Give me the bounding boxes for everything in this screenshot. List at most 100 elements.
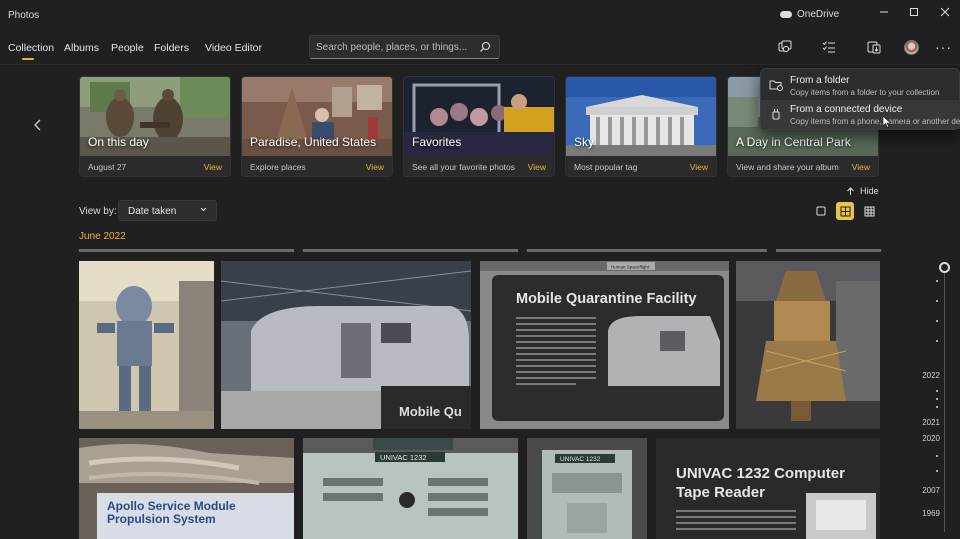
card-view-link[interactable]: View	[366, 162, 384, 172]
grid-2x2-icon	[840, 206, 850, 216]
hide-label: Hide	[860, 186, 879, 196]
photo-airstream-trailer[interactable]: Mobile Qu	[221, 261, 471, 429]
month-heading: June 2022	[79, 231, 126, 242]
photo-apollo-service-module[interactable]: Apollo Service Module Propulsion System	[79, 438, 294, 539]
sign-title-text: UNIVAC 1232 Computer	[676, 465, 845, 482]
avatar[interactable]	[904, 40, 919, 55]
photo-univac-tape-reader-sign[interactable]: UNIVAC 1232 Computer Tape Reader	[656, 438, 880, 539]
sign-title-text: Apollo Service Module	[107, 499, 236, 513]
app-title: Photos	[8, 10, 40, 21]
onedrive-label: OneDrive	[797, 9, 840, 20]
chevron-left-icon	[34, 119, 41, 131]
slideshow-button[interactable]	[777, 39, 793, 55]
card-sky[interactable]: Sky Most popular tag View	[565, 76, 717, 177]
layout-medium-grid-button[interactable]	[836, 202, 854, 220]
main-nav: Collection Albums People Folders Video E…	[0, 36, 300, 62]
menu-item-description: Copy items from a folder to your collect…	[790, 88, 940, 97]
card-subtitle: Most popular tag	[574, 162, 638, 172]
tab-albums[interactable]: Albums	[64, 42, 99, 54]
onedrive-status[interactable]: OneDrive	[780, 9, 839, 20]
card-subtitle: Explore places	[250, 162, 306, 172]
card-title: Paradise, United States	[250, 135, 377, 149]
panel-label-text: UNIVAC 1232	[560, 456, 601, 463]
photo-mobile-quarantine-facility-sign[interactable]: Human Spaceflight Mobile Quarantine Faci…	[480, 261, 729, 429]
select-button[interactable]	[821, 39, 837, 55]
import-from-device[interactable]: From a connected device Copy items from …	[761, 100, 960, 129]
plaque-text: Human Spaceflight	[611, 265, 650, 270]
tab-people[interactable]: People	[111, 42, 144, 54]
minimize-button[interactable]	[870, 3, 898, 21]
chevron-down-icon	[200, 207, 207, 212]
timeline-dot	[936, 300, 938, 302]
card-subtitle: See all your favorite photos	[412, 162, 516, 172]
search-input[interactable]	[316, 39, 476, 55]
search-box[interactable]	[309, 35, 500, 59]
timeline-year[interactable]: 2022	[922, 371, 940, 380]
active-tab-indicator	[22, 58, 34, 60]
menu-item-description: Copy items from a phone, camera or anoth…	[790, 117, 960, 126]
tab-video-editor[interactable]: Video Editor	[205, 42, 262, 54]
search-icon[interactable]	[479, 41, 491, 53]
timeline-dot	[936, 320, 938, 322]
card-paradise[interactable]: Paradise, United States Explore places V…	[241, 76, 393, 177]
timeline-year[interactable]: 1969	[922, 509, 940, 518]
card-view-link[interactable]: View	[690, 162, 708, 172]
timeline-dot	[936, 455, 938, 457]
folder-icon	[769, 80, 783, 91]
tab-collection[interactable]: Collection	[8, 42, 54, 54]
mouse-cursor-icon	[883, 116, 891, 128]
card-title: A Day in Central Park	[736, 135, 851, 149]
card-title: Sky	[574, 135, 595, 149]
carousel-prev-button[interactable]	[33, 118, 43, 137]
single-square-icon	[816, 206, 826, 216]
card-subtitle: View and share your album	[736, 162, 839, 172]
tab-folders[interactable]: Folders	[154, 42, 189, 54]
close-icon	[940, 7, 950, 17]
timeline-year[interactable]: 2021	[922, 418, 940, 427]
timeline-dot	[936, 406, 938, 408]
card-view-link[interactable]: View	[528, 162, 546, 172]
timeline-dot	[936, 390, 938, 392]
import-menu: From a folder Copy items from a folder t…	[760, 68, 960, 130]
sign-title-text: Tape Reader	[676, 484, 765, 501]
select-icon	[822, 41, 835, 53]
view-by-dropdown[interactable]: Date taken	[118, 200, 217, 221]
photo-univac-console[interactable]: UNIVAC 1232	[303, 438, 518, 539]
photo-robot-toy[interactable]	[79, 261, 214, 429]
more-icon[interactable]: ···	[935, 39, 952, 55]
view-by-value: Date taken	[128, 206, 177, 217]
card-title: On this day	[88, 135, 149, 149]
maximize-icon	[910, 8, 918, 16]
card-title: Favorites	[412, 135, 462, 149]
layout-small-grid-button[interactable]	[812, 202, 830, 220]
import-button[interactable]	[866, 39, 882, 55]
title-bar: Photos OneDrive	[0, 0, 960, 30]
view-by-label: View by:	[79, 206, 117, 217]
cloud-icon	[780, 11, 792, 18]
header-divider	[0, 64, 960, 65]
hide-button[interactable]: Hide	[846, 186, 879, 196]
timeline-track[interactable]	[944, 270, 945, 532]
grid-3x3-icon	[864, 206, 874, 216]
card-subtitle: August 27	[88, 162, 127, 172]
menu-item-title: From a folder	[790, 75, 850, 86]
close-button[interactable]	[931, 3, 959, 21]
maximize-button[interactable]	[900, 3, 928, 21]
photo-strip	[527, 249, 767, 252]
sign-title-text: Mobile Quarantine Facility	[516, 291, 696, 307]
timeline-year[interactable]: 2007	[922, 486, 940, 495]
card-favorites[interactable]: Favorites See all your favorite photos V…	[403, 76, 555, 177]
photo-spacecraft-engine[interactable]	[736, 261, 880, 429]
card-view-link[interactable]: View	[852, 162, 870, 172]
timeline-dot	[936, 280, 938, 282]
menu-item-title: From a connected device	[790, 104, 903, 115]
card-view-link[interactable]: View	[204, 162, 222, 172]
import-from-folder[interactable]: From a folder Copy items from a folder t…	[761, 71, 960, 100]
card-on-this-day[interactable]: On this day August 27 View	[79, 76, 231, 177]
timeline-year[interactable]: 2020	[922, 434, 940, 443]
usb-device-icon	[772, 109, 780, 120]
photo-univac-tape-unit[interactable]: UNIVAC 1232	[527, 438, 647, 539]
slideshow-icon	[778, 40, 792, 53]
layout-large-grid-button[interactable]	[860, 202, 878, 220]
timeline-handle[interactable]	[939, 262, 950, 273]
